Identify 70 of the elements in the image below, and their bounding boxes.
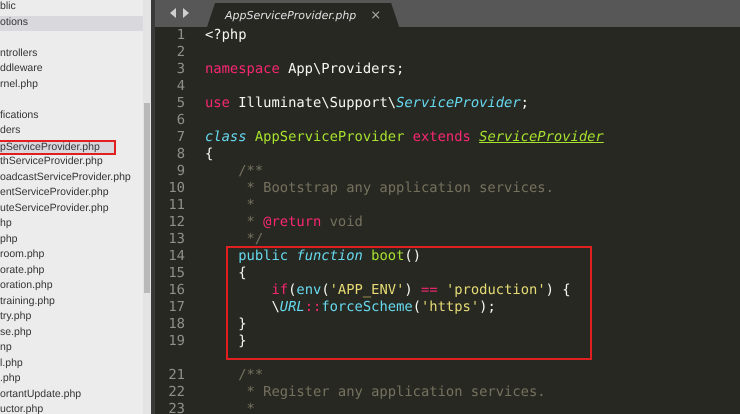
- line-number: 12: [167, 214, 185, 231]
- code-line: /**: [237, 367, 264, 384]
- file-tree-item[interactable]: ntrollers: [0, 46, 143, 62]
- file-tree-item[interactable]: fications: [0, 108, 143, 124]
- line-number: 19: [167, 333, 185, 350]
- line-number: 21: [167, 367, 185, 384]
- file-tab[interactable]: AppServiceProvider.php ×: [207, 3, 400, 27]
- file-tree-item[interactable]: ders: [0, 124, 143, 140]
- line-number: 7: [176, 129, 185, 146]
- line-number: 11: [167, 197, 185, 214]
- file-tree-item[interactable]: hp: [0, 217, 143, 232]
- code-line: *: [246, 197, 255, 214]
- file-tree-item[interactable]: thServiceProvider.php: [0, 155, 143, 170]
- file-tree-item[interactable]: oadcastServiceProvider.php: [0, 170, 143, 186]
- navigation-arrows-icon[interactable]: [169, 8, 191, 18]
- file-tree-item[interactable]: np: [0, 341, 143, 356]
- line-number: 2: [176, 44, 185, 61]
- line-number: 23: [167, 401, 185, 414]
- file-tree-item[interactable]: otions: [0, 16, 143, 31]
- close-icon[interactable]: ×: [370, 8, 382, 22]
- line-number: 22: [167, 384, 185, 401]
- code-line: public function boot(): [237, 248, 422, 265]
- code-line: {: [205, 146, 214, 163]
- file-tree-item[interactable]: oration.php: [0, 279, 143, 294]
- code-line: if(env('APP_ENV') == 'production') {: [270, 282, 571, 299]
- code-line: <?php: [205, 27, 247, 44]
- file-tree-item[interactable]: .php: [0, 372, 143, 388]
- file-tree-item[interactable]: blic: [0, 0, 143, 16]
- file-tree-item[interactable]: orate.php: [0, 264, 143, 279]
- code-line: */: [246, 231, 264, 248]
- file-tree-item[interactable]: php: [0, 232, 143, 248]
- code-line: * Register any application services.: [246, 384, 546, 401]
- code-line: *: [246, 401, 255, 414]
- code-line: * Bootstrap any application services.: [246, 180, 554, 197]
- line-number: 10: [167, 180, 185, 197]
- line-number: 17: [167, 299, 185, 316]
- file-tree-item[interactable]: se.php: [0, 326, 143, 341]
- line-number: 6: [176, 112, 185, 129]
- file-tree-item[interactable]: entServiceProvider.php: [0, 186, 143, 202]
- line-number: 4: [176, 78, 185, 95]
- file-tree-item[interactable]: rnel.php: [0, 78, 143, 93]
- line-number: 18: [167, 316, 185, 333]
- line-number: 14: [167, 248, 185, 265]
- line-number: 13: [167, 231, 185, 248]
- code-line: use Illuminate\Support\ServiceProvider;: [205, 95, 529, 112]
- code-line: /**: [237, 163, 264, 180]
- file-tree-item[interactable]: l.php: [0, 356, 143, 372]
- line-number: 15: [167, 265, 185, 282]
- file-tree-item[interactable]: room.php: [0, 248, 143, 264]
- file-tree-item[interactable]: uctor.php: [0, 403, 143, 414]
- code-line: namespace App\Providers;: [205, 61, 404, 78]
- file-tree-item[interactable]: try.php: [0, 310, 143, 326]
- file-tree-item[interactable]: uteServiceProvider.php: [0, 202, 143, 217]
- line-number: 1: [176, 27, 185, 44]
- line-number: 9: [176, 163, 185, 180]
- file-tree-item[interactable]: training.php: [0, 294, 143, 310]
- code-line: class AppServiceProvider extends ServiceProvider: [205, 129, 604, 146]
- code-line: {: [237, 265, 247, 282]
- code-line: * @return void: [246, 214, 363, 231]
- code-line: }: [237, 333, 247, 350]
- file-tree-item[interactable]: ortantUpdate.php: [0, 388, 143, 403]
- file-tree-item[interactable]: ddleware: [0, 62, 143, 78]
- scrollbar[interactable]: [143, 0, 155, 414]
- file-tree-item[interactable]: pServiceProvider.php: [0, 140, 116, 155]
- line-number: 16: [167, 282, 185, 299]
- line-number: 5: [176, 95, 185, 112]
- code-line: }: [237, 316, 247, 333]
- code-line: \URL::forceScheme('https');: [270, 299, 496, 316]
- line-number: 8: [176, 146, 185, 163]
- line-number: 3: [176, 61, 185, 78]
